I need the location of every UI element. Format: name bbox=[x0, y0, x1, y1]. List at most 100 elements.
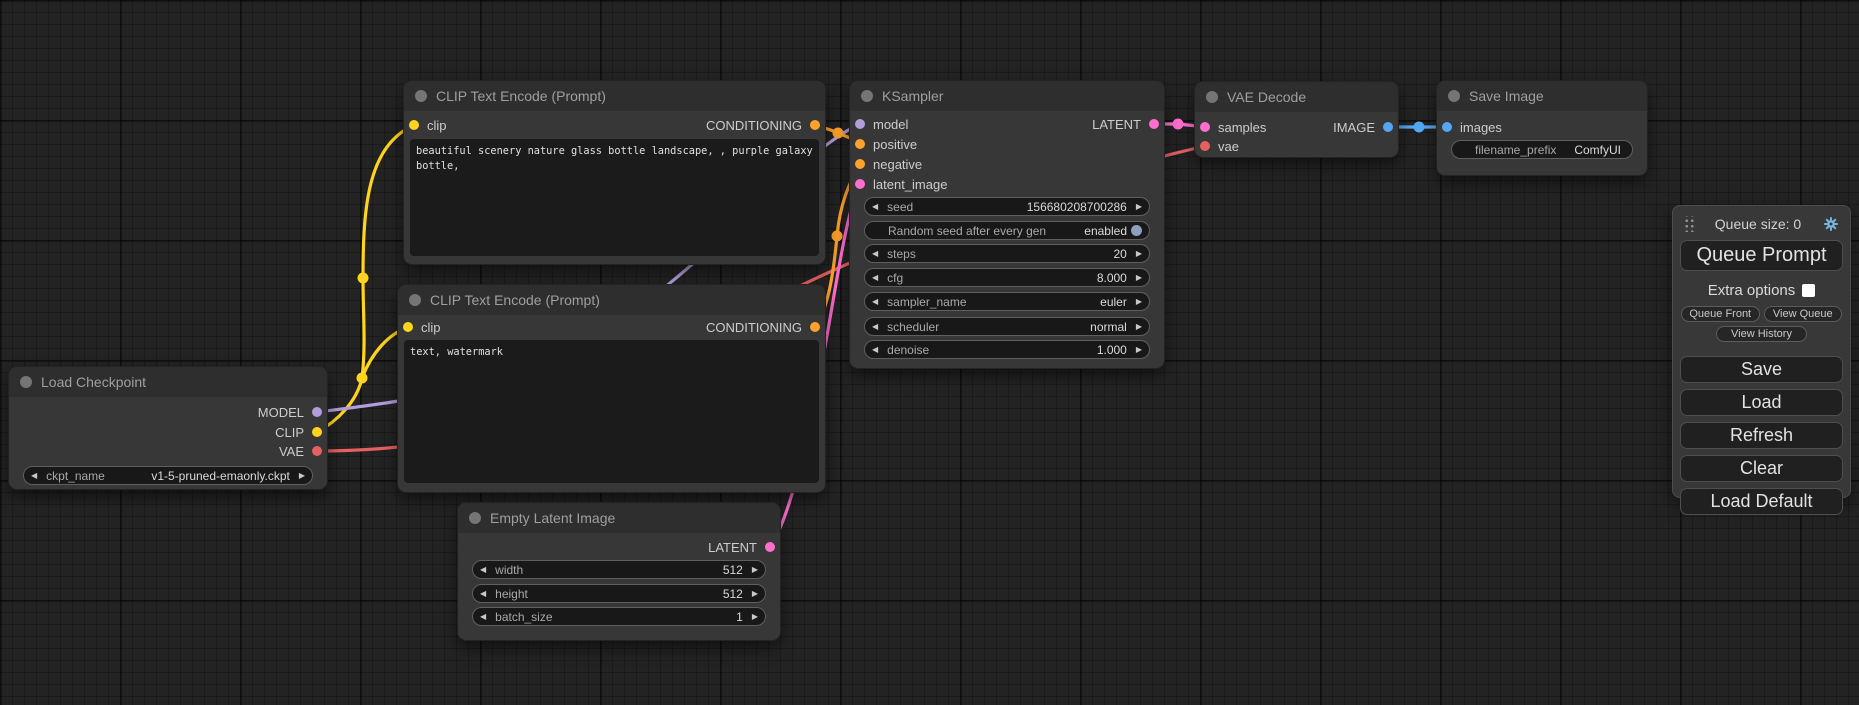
widget-batch-size[interactable]: ◀ batch_size 1 ▶ bbox=[472, 607, 766, 626]
node-ksampler[interactable]: KSampler model LATENT positive negative … bbox=[850, 81, 1164, 368]
increment-arrow-icon[interactable]: ▶ bbox=[299, 472, 305, 480]
slot-dot-clip[interactable] bbox=[312, 427, 322, 437]
load-default-button[interactable]: Load Default bbox=[1680, 488, 1843, 515]
slot-dot-vae[interactable] bbox=[1200, 141, 1210, 151]
widget-denoise[interactable]: ◀ denoise 1.000 ▶ bbox=[864, 340, 1150, 359]
decrement-arrow-icon[interactable]: ◀ bbox=[480, 590, 486, 598]
reroute-dot-conditioning[interactable] bbox=[833, 128, 844, 139]
slot-dot-conditioning[interactable] bbox=[810, 120, 820, 130]
increment-arrow-icon[interactable]: ▶ bbox=[1136, 346, 1142, 354]
decrement-arrow-icon[interactable]: ◀ bbox=[872, 274, 878, 282]
reroute-dot-conditioning[interactable] bbox=[832, 231, 843, 242]
decrement-arrow-icon[interactable]: ◀ bbox=[872, 250, 878, 258]
node-graph-canvas[interactable]: Load Checkpoint MODEL CLIP VAE ◀ ckpt_na… bbox=[0, 0, 1859, 705]
output-slot-conditioning[interactable]: CONDITIONING bbox=[706, 320, 820, 334]
slot-dot-conditioning[interactable] bbox=[855, 159, 865, 169]
queue-prompt-button[interactable]: Queue Prompt bbox=[1680, 240, 1843, 271]
widget-scheduler[interactable]: ◀ scheduler normal ▶ bbox=[864, 317, 1150, 336]
slot-dot-conditioning[interactable] bbox=[855, 139, 865, 149]
node-header[interactable]: CLIP Text Encode (Prompt) bbox=[404, 81, 825, 111]
increment-arrow-icon[interactable]: ▶ bbox=[1136, 298, 1142, 306]
increment-arrow-icon[interactable]: ▶ bbox=[1136, 323, 1142, 331]
collapse-dot-icon[interactable] bbox=[409, 294, 421, 306]
output-slot-vae[interactable]: VAE bbox=[279, 444, 322, 458]
collapse-dot-icon[interactable] bbox=[20, 376, 32, 388]
queue-front-button[interactable]: Queue Front bbox=[1681, 306, 1760, 322]
save-button[interactable]: Save bbox=[1680, 356, 1843, 383]
widget-cfg[interactable]: ◀ cfg 8.000 ▶ bbox=[864, 268, 1150, 287]
decrement-arrow-icon[interactable]: ◀ bbox=[480, 613, 486, 621]
input-slot-negative[interactable]: negative bbox=[855, 157, 922, 171]
slot-dot-clip[interactable] bbox=[403, 322, 413, 332]
node-clip-text-encode-positive[interactable]: CLIP Text Encode (Prompt) clip CONDITION… bbox=[404, 81, 825, 264]
collapse-dot-icon[interactable] bbox=[1448, 90, 1460, 102]
clear-button[interactable]: Clear bbox=[1680, 455, 1843, 482]
reroute-dot-latent[interactable] bbox=[1173, 119, 1184, 130]
toggle-on-icon[interactable] bbox=[1131, 225, 1142, 236]
input-slot-latent-image[interactable]: latent_image bbox=[855, 177, 947, 191]
slot-dot-latent[interactable] bbox=[1200, 122, 1210, 132]
input-slot-vae[interactable]: vae bbox=[1200, 139, 1239, 153]
increment-arrow-icon[interactable]: ▶ bbox=[1136, 274, 1142, 282]
slot-dot-latent[interactable] bbox=[855, 179, 865, 189]
input-slot-samples[interactable]: samples bbox=[1200, 120, 1266, 134]
widget-steps[interactable]: ◀ steps 20 ▶ bbox=[864, 244, 1150, 263]
reroute-dot-clip[interactable] bbox=[358, 273, 369, 284]
slot-dot-latent[interactable] bbox=[1149, 119, 1159, 129]
node-header[interactable]: Load Checkpoint bbox=[9, 367, 327, 397]
slot-dot-latent[interactable] bbox=[765, 542, 775, 552]
slot-dot-image[interactable] bbox=[1383, 122, 1393, 132]
node-header[interactable]: Empty Latent Image bbox=[458, 503, 780, 533]
widget-ckpt-name[interactable]: ◀ ckpt_name v1-5-pruned-emaonly.ckpt ▶ bbox=[23, 466, 313, 485]
decrement-arrow-icon[interactable]: ◀ bbox=[480, 566, 486, 574]
node-header[interactable]: VAE Decode bbox=[1195, 82, 1398, 112]
output-slot-conditioning[interactable]: CONDITIONING bbox=[706, 118, 820, 132]
load-button[interactable]: Load bbox=[1680, 389, 1843, 416]
node-header[interactable]: CLIP Text Encode (Prompt) bbox=[398, 285, 825, 315]
input-slot-model[interactable]: model bbox=[855, 117, 908, 131]
slot-dot-model[interactable] bbox=[855, 119, 865, 129]
slot-dot-clip[interactable] bbox=[409, 120, 419, 130]
node-clip-text-encode-negative[interactable]: CLIP Text Encode (Prompt) clip CONDITION… bbox=[398, 285, 825, 492]
widget-sampler-name[interactable]: ◀ sampler_name euler ▶ bbox=[864, 292, 1150, 311]
collapse-dot-icon[interactable] bbox=[469, 512, 481, 524]
increment-arrow-icon[interactable]: ▶ bbox=[1136, 250, 1142, 258]
increment-arrow-icon[interactable]: ▶ bbox=[1136, 203, 1142, 211]
node-header[interactable]: Save Image bbox=[1437, 81, 1647, 111]
widget-width[interactable]: ◀ width 512 ▶ bbox=[472, 560, 766, 579]
decrement-arrow-icon[interactable]: ◀ bbox=[872, 323, 878, 331]
output-slot-model[interactable]: MODEL bbox=[258, 405, 322, 419]
decrement-arrow-icon[interactable]: ◀ bbox=[872, 203, 878, 211]
drag-handle-icon[interactable] bbox=[1683, 216, 1694, 232]
settings-gear-icon[interactable] bbox=[1822, 215, 1840, 233]
decrement-arrow-icon[interactable]: ◀ bbox=[872, 346, 878, 354]
reroute-dot-image[interactable] bbox=[1414, 122, 1425, 133]
view-history-button[interactable]: View History bbox=[1716, 326, 1807, 342]
reroute-dot-clip[interactable] bbox=[357, 373, 368, 384]
collapse-dot-icon[interactable] bbox=[1206, 91, 1218, 103]
refresh-button[interactable]: Refresh bbox=[1680, 422, 1843, 449]
input-slot-positive[interactable]: positive bbox=[855, 137, 917, 151]
input-slot-images[interactable]: images bbox=[1442, 120, 1502, 134]
decrement-arrow-icon[interactable]: ◀ bbox=[31, 472, 37, 480]
node-empty-latent-image[interactable]: Empty Latent Image LATENT ◀ width 512 ▶ … bbox=[458, 503, 780, 640]
widget-random-seed-toggle[interactable]: Random seed after every gen enabled bbox=[864, 221, 1150, 240]
decrement-arrow-icon[interactable]: ◀ bbox=[872, 298, 878, 306]
slot-dot-conditioning[interactable] bbox=[810, 322, 820, 332]
output-slot-latent[interactable]: LATENT bbox=[1092, 117, 1159, 131]
slot-dot-model[interactable] bbox=[312, 407, 322, 417]
increment-arrow-icon[interactable]: ▶ bbox=[752, 590, 758, 598]
input-slot-clip[interactable]: clip bbox=[409, 118, 447, 132]
node-save-image[interactable]: Save Image images filename_prefix ComfyU… bbox=[1437, 81, 1647, 175]
extra-options-checkbox[interactable] bbox=[1802, 284, 1815, 297]
view-queue-button[interactable]: View Queue bbox=[1764, 306, 1843, 322]
output-slot-image[interactable]: IMAGE bbox=[1333, 120, 1393, 134]
prompt-textarea[interactable]: text, watermark bbox=[404, 340, 819, 483]
slot-dot-image[interactable] bbox=[1442, 122, 1452, 132]
slot-dot-vae[interactable] bbox=[312, 446, 322, 456]
node-load-checkpoint[interactable]: Load Checkpoint MODEL CLIP VAE ◀ ckpt_na… bbox=[9, 367, 327, 489]
node-vae-decode[interactable]: VAE Decode samples IMAGE vae bbox=[1195, 82, 1398, 157]
increment-arrow-icon[interactable]: ▶ bbox=[752, 613, 758, 621]
output-slot-latent[interactable]: LATENT bbox=[708, 540, 775, 554]
widget-filename-prefix[interactable]: filename_prefix ComfyUI bbox=[1451, 140, 1633, 159]
